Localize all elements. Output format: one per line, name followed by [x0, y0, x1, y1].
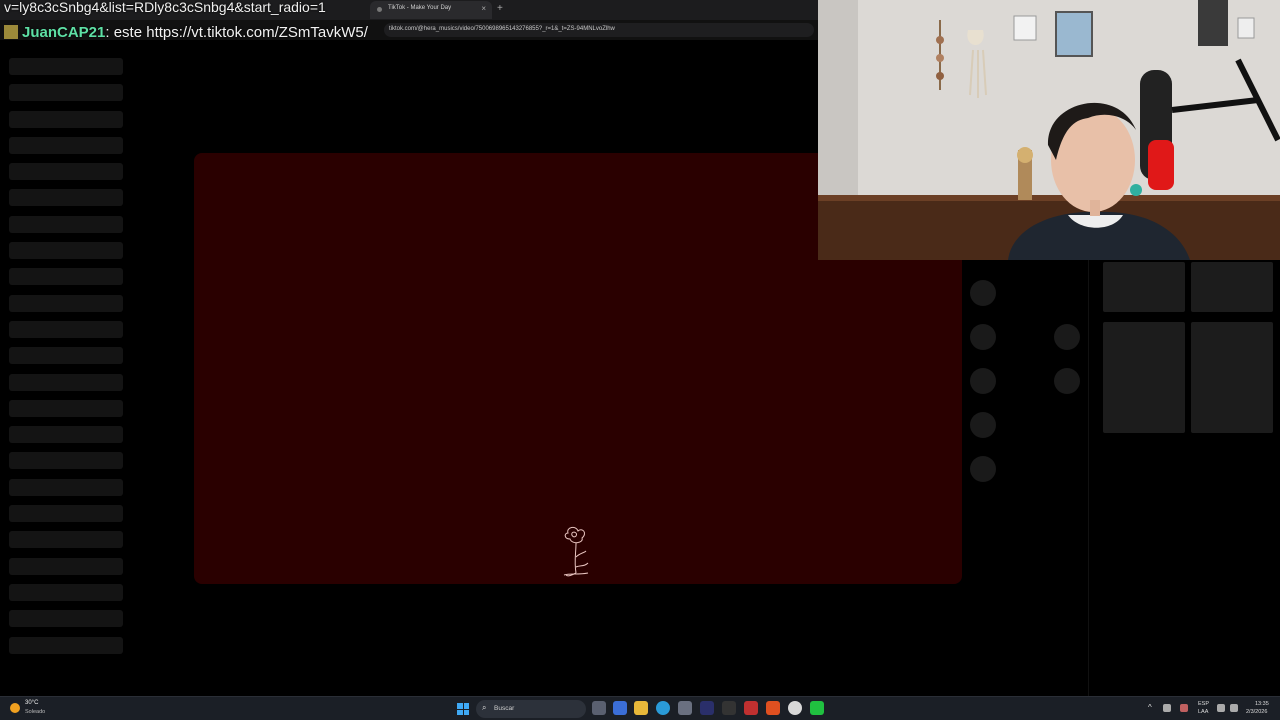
tab-tiktok[interactable]: TikTok - Make Your Day ×: [370, 1, 492, 19]
search-placeholder: Buscar: [494, 705, 515, 712]
action-button-placeholder[interactable]: [970, 412, 996, 438]
chat-avatar-icon: [4, 25, 18, 39]
action-button-placeholder[interactable]: [970, 456, 996, 482]
mm-app-icon[interactable]: [722, 701, 736, 715]
url-field[interactable]: tiktok.com/@hera_musics/video/7500698965…: [384, 23, 814, 37]
sidebar-skeleton-list: [9, 58, 123, 663]
brave-browser-icon[interactable]: [766, 701, 780, 715]
skeleton-item: [9, 110, 123, 128]
thumbnail-placeholder[interactable]: [1103, 322, 1185, 433]
weather-temperature[interactable]: 30°C: [25, 700, 38, 706]
task-view-icon[interactable]: [592, 701, 606, 715]
microphone-icon[interactable]: [1180, 704, 1188, 712]
windows-taskbar: 30°C Soleado ⌕ Buscar ^ ESP LAA 13:35 2/…: [0, 696, 1280, 720]
language-indicator-top[interactable]: ESP: [1198, 701, 1209, 707]
skeleton-item: [9, 452, 123, 470]
skeleton-item: [9, 636, 123, 654]
clock-time[interactable]: 13:35: [1255, 701, 1269, 707]
action-button-placeholder[interactable]: [1054, 324, 1080, 350]
url-text: tiktok.com/@hera_musics/video/7500698965…: [389, 26, 615, 32]
skeleton-item: [9, 163, 123, 181]
calculator-icon[interactable]: [678, 701, 692, 715]
skeleton-item: [9, 583, 123, 601]
weather-description[interactable]: Soleado: [25, 709, 45, 715]
skeleton-item: [9, 136, 123, 154]
skeleton-item: [9, 347, 123, 365]
flag-app-icon[interactable]: [744, 701, 758, 715]
action-button-placeholder[interactable]: [970, 280, 996, 306]
volume-icon[interactable]: [1230, 704, 1238, 712]
skeleton-item: [9, 84, 123, 102]
language-indicator-bottom[interactable]: LAA: [1198, 709, 1208, 715]
chat-message: : este https://vt.tiktok.com/ZSmTavkW5/: [105, 24, 368, 41]
network-icon[interactable]: [1217, 704, 1225, 712]
skeleton-item: [9, 610, 123, 628]
skeleton-item: [9, 399, 123, 417]
search-icon: ⌕: [482, 703, 487, 712]
overlay-chat-line: JuanCAP21: este https://vt.tiktok.com/ZS…: [4, 24, 368, 44]
skeleton-item: [9, 215, 123, 233]
chrome-icon[interactable]: [788, 701, 802, 715]
action-button-placeholder[interactable]: [970, 368, 996, 394]
thumbnail-placeholder[interactable]: [1103, 262, 1185, 312]
file-explorer-icon[interactable]: [634, 701, 648, 715]
windows-start-icon[interactable]: [457, 703, 469, 715]
skeleton-item: [9, 478, 123, 496]
tray-app-icon[interactable]: [1163, 704, 1171, 712]
overlay-url-text: v=ly8c3cSnbg4&list=RDly8c3cSnbg4&start_r…: [4, 0, 326, 15]
thumbnail-placeholder[interactable]: [1191, 262, 1273, 312]
tiktok-favicon-icon: [377, 7, 382, 12]
skeleton-item: [9, 268, 123, 286]
green-app-icon[interactable]: [810, 701, 824, 715]
action-button-placeholder[interactable]: [970, 324, 996, 350]
edge-icon[interactable]: [656, 701, 670, 715]
skeleton-item: [9, 320, 123, 338]
copilot-icon[interactable]: [613, 701, 627, 715]
sun-icon[interactable]: [10, 703, 20, 713]
chat-username: JuanCAP21: [22, 24, 106, 41]
skeleton-item: [9, 189, 123, 207]
rose-drawing-icon: [563, 526, 589, 577]
skeleton-item: [9, 58, 123, 75]
panel-divider: [1088, 260, 1089, 696]
taskbar-search-box[interactable]: ⌕ Buscar: [476, 700, 586, 718]
thumbnail-placeholder[interactable]: [1191, 322, 1273, 433]
skeleton-item: [9, 531, 123, 549]
skeleton-item: [9, 242, 123, 260]
skeleton-item: [9, 505, 123, 523]
clock-date[interactable]: 2/3/2026: [1246, 709, 1267, 715]
webcam-feed: [818, 0, 1280, 260]
tab-close-icon[interactable]: ×: [481, 4, 486, 13]
tab-title: TikTok - Make Your Day: [388, 5, 452, 11]
action-button-placeholder[interactable]: [1054, 368, 1080, 394]
skeleton-item: [9, 557, 123, 575]
fe-app-icon[interactable]: [700, 701, 714, 715]
skeleton-item: [9, 294, 123, 312]
skeleton-item: [9, 426, 123, 444]
new-tab-button[interactable]: +: [497, 3, 503, 14]
webcam-scene: [818, 0, 1280, 260]
tray-chevron-icon[interactable]: ^: [1148, 703, 1152, 712]
skeleton-item: [9, 373, 123, 391]
